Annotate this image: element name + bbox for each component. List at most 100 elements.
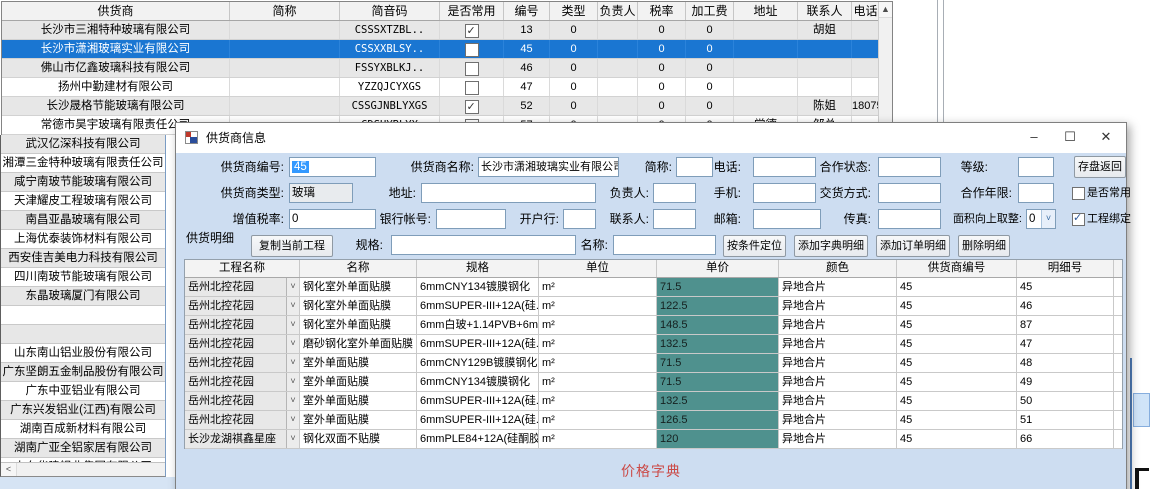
area-round-up-select[interactable]: 0˅ bbox=[1026, 209, 1056, 229]
delete-detail-button[interactable]: 删除明细 bbox=[958, 235, 1010, 257]
list-item[interactable]: 西安佳吉美电力科技有限公司 bbox=[1, 249, 165, 268]
list-item[interactable]: 武汉亿深科技有限公司 bbox=[1, 135, 165, 154]
supplier-name-field[interactable]: 长沙市潇湘玻璃实业有限公司 bbox=[478, 157, 619, 177]
list-item[interactable]: 湖南广亚全铝家居有限公司 bbox=[1, 439, 165, 458]
column-header[interactable]: 编号 bbox=[504, 2, 550, 20]
list-item[interactable] bbox=[1, 325, 165, 344]
bank-branch-field[interactable] bbox=[563, 209, 596, 229]
scroll-left-icon[interactable]: < bbox=[1, 463, 17, 476]
column-header[interactable]: 简称 bbox=[230, 2, 340, 20]
list-item[interactable]: 湖南百成新材料有限公司 bbox=[1, 420, 165, 439]
column-header[interactable]: 负责人 bbox=[598, 2, 638, 20]
combo-dropdown-icon[interactable]: ˅ bbox=[286, 278, 299, 296]
column-header[interactable]: 类型 bbox=[550, 2, 598, 20]
project-bind-checkbox[interactable] bbox=[1072, 213, 1085, 226]
common-checkbox-cell[interactable] bbox=[440, 97, 504, 115]
detail-row[interactable]: 岳州北控花园˅室外单面贴膜6mmSUPER-III+12A(硅..m²132.5… bbox=[185, 392, 1122, 411]
common-checkbox-cell[interactable] bbox=[440, 78, 504, 96]
combo-dropdown-icon[interactable]: ˅ bbox=[286, 392, 299, 410]
common-checkbox-cell[interactable] bbox=[440, 59, 504, 77]
column-header[interactable]: 加工费 bbox=[686, 2, 734, 20]
close-button[interactable]: ✕ bbox=[1088, 123, 1124, 153]
checkbox-unchecked[interactable] bbox=[465, 81, 479, 95]
list-item[interactable]: 广东兴发铝业(江西)有限公司 bbox=[1, 401, 165, 420]
scroll-up-icon[interactable]: ▲ bbox=[879, 2, 892, 18]
coop-status-field[interactable] bbox=[878, 157, 941, 177]
list-item[interactable]: 上海优泰装饰材料有限公司 bbox=[1, 230, 165, 249]
manager-field[interactable] bbox=[653, 183, 696, 203]
locate-by-condition-button[interactable]: 按条件定位 bbox=[723, 235, 786, 257]
add-order-detail-button[interactable]: 添加订单明细 bbox=[876, 235, 950, 257]
column-header[interactable]: 明细号 bbox=[1017, 260, 1114, 277]
combo-dropdown-icon[interactable]: ˅ bbox=[286, 297, 299, 315]
column-header[interactable]: 工程名称 bbox=[185, 260, 300, 277]
chevron-down-icon[interactable]: ˅ bbox=[1041, 210, 1055, 228]
column-header[interactable]: 规格 bbox=[417, 260, 539, 277]
list-item[interactable]: 天津耀皮工程玻璃有限公司 bbox=[1, 192, 165, 211]
vertical-scrollbar[interactable]: ▲ bbox=[878, 2, 892, 134]
save-return-button[interactable]: 存盘返回 bbox=[1074, 156, 1126, 178]
list-item[interactable]: 广东中亚铝业有限公司 bbox=[1, 382, 165, 401]
detail-row[interactable]: 岳州北控花园˅钢化室外单面贴膜6mmSUPER-III+12A(硅..m²122… bbox=[185, 297, 1122, 316]
column-header[interactable]: 联系人 bbox=[798, 2, 852, 20]
list-item[interactable]: 山东南山铝业股份有限公司 bbox=[1, 344, 165, 363]
checkbox-unchecked[interactable] bbox=[465, 62, 479, 76]
detail-row[interactable]: 岳州北控花园˅钢化室外单面贴膜6mmCNY134镀膜钢化m²71.5异地合片45… bbox=[185, 278, 1122, 297]
detail-row[interactable]: 岳州北控花园˅磨砂钢化室外单面贴膜6mmSUPER-III+12A(硅..m²1… bbox=[185, 335, 1122, 354]
column-header[interactable]: 是否常用 bbox=[440, 2, 504, 20]
column-header[interactable]: 地址 bbox=[734, 2, 798, 20]
detail-row[interactable]: 岳州北控花园˅室外单面贴膜6mmCNY129B镀膜钢化m²71.5异地合片454… bbox=[185, 354, 1122, 373]
combo-dropdown-icon[interactable]: ˅ bbox=[286, 316, 299, 334]
dialog-titlebar[interactable]: 供货商信息 – ☐ ✕ bbox=[176, 123, 1126, 153]
combo-dropdown-icon[interactable]: ˅ bbox=[286, 354, 299, 372]
combo-dropdown-icon[interactable]: ˅ bbox=[286, 430, 299, 448]
grade-field[interactable] bbox=[1018, 157, 1054, 177]
spec-filter-input[interactable] bbox=[391, 235, 576, 255]
email-field[interactable] bbox=[753, 209, 821, 229]
supplier-type-field[interactable]: 玻璃 bbox=[289, 183, 353, 203]
list-item[interactable]: 东晶玻璃厦门有限公司 bbox=[1, 287, 165, 306]
list-item[interactable]: 四川南玻节能玻璃有限公司 bbox=[1, 268, 165, 287]
list-item[interactable]: 湘潭三金特种玻璃有限责任公司 bbox=[1, 154, 165, 173]
column-header[interactable]: 税率 bbox=[638, 2, 686, 20]
column-header[interactable]: 颜色 bbox=[779, 260, 897, 277]
minimize-button[interactable]: – bbox=[1016, 123, 1052, 153]
supplier-no-field[interactable]: 45 bbox=[289, 157, 376, 177]
column-header[interactable]: 单价 bbox=[657, 260, 779, 277]
supplier-row[interactable]: 扬州中勤建材有限公司YZZQJCYXGS47000 bbox=[2, 78, 892, 97]
supplier-row[interactable]: 佛山市亿鑫玻璃科技有限公司FSSYXBLKJ..46000 bbox=[2, 59, 892, 78]
add-dict-detail-button[interactable]: 添加字典明细 bbox=[794, 235, 868, 257]
maximize-button[interactable]: ☐ bbox=[1052, 123, 1088, 153]
column-header[interactable]: 简音码 bbox=[340, 2, 440, 20]
column-header[interactable]: 供货商编号 bbox=[897, 260, 1017, 277]
name-filter-input[interactable] bbox=[613, 235, 716, 255]
detail-row[interactable]: 岳州北控花园˅室外单面贴膜6mmCNY134镀膜钢化m²71.5异地合片4549 bbox=[185, 373, 1122, 392]
combo-dropdown-icon[interactable]: ˅ bbox=[286, 411, 299, 429]
checkbox-unchecked[interactable] bbox=[465, 43, 479, 57]
horizontal-scrollbar[interactable]: < bbox=[1, 462, 165, 476]
contact-field[interactable] bbox=[653, 209, 696, 229]
fax-field[interactable] bbox=[878, 209, 941, 229]
common-checkbox-cell[interactable] bbox=[440, 40, 504, 58]
copy-project-button[interactable]: 复制当前工程 bbox=[251, 235, 333, 257]
column-header[interactable]: 电话 bbox=[852, 2, 880, 20]
checkbox-checked[interactable] bbox=[465, 100, 479, 114]
combo-dropdown-icon[interactable]: ˅ bbox=[286, 373, 299, 391]
list-item[interactable]: 南昌亚晶玻璃有限公司 bbox=[1, 211, 165, 230]
combo-dropdown-icon[interactable]: ˅ bbox=[286, 335, 299, 353]
column-header[interactable]: 供货商 bbox=[2, 2, 230, 20]
column-header[interactable]: 单位 bbox=[539, 260, 657, 277]
column-header[interactable]: 名称 bbox=[300, 260, 417, 277]
checkbox-checked[interactable] bbox=[465, 24, 479, 38]
list-item[interactable]: 咸宁南玻节能玻璃有限公司 bbox=[1, 173, 165, 192]
supplier-row[interactable]: 长沙市潇湘玻璃实业有限公司CSSXXBLSY..45000 bbox=[2, 40, 892, 59]
address-field[interactable] bbox=[421, 183, 596, 203]
list-item[interactable]: 广东坚朗五金制品股份有限公司 bbox=[1, 363, 165, 382]
list-item[interactable] bbox=[1, 306, 165, 325]
supplier-row[interactable]: 长沙晟格节能玻璃有限公司CSSGJNBLYXGS52000陈姐180751 bbox=[2, 97, 892, 116]
detail-row[interactable]: 岳州北控花园˅室外单面贴膜6mmSUPER-III+12A(硅..m²126.5… bbox=[185, 411, 1122, 430]
detail-row[interactable]: 岳州北控花园˅钢化室外单面贴膜6mm白玻+1.14PVB+6mm..m²148.… bbox=[185, 316, 1122, 335]
coop-years-field[interactable] bbox=[1018, 183, 1054, 203]
common-checkbox-cell[interactable] bbox=[440, 21, 504, 39]
is-common-checkbox[interactable] bbox=[1072, 187, 1085, 200]
